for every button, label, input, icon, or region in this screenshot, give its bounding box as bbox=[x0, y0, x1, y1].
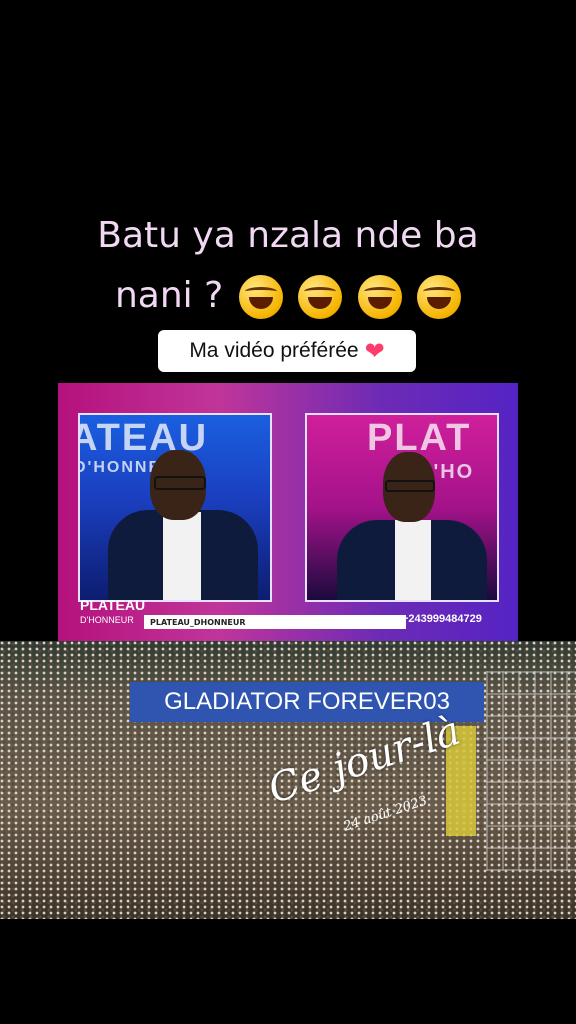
right-guest-panel: PLAT D'HO bbox=[305, 413, 499, 602]
laughing-tears-emoji-icon bbox=[298, 275, 343, 319]
left-guest-panel: ATEAU D'HONNEUR bbox=[78, 413, 272, 602]
favorite-video-sticker: Ma vidéo préférée ❤ bbox=[158, 330, 416, 372]
plateau-logo: PLATEAU D'HONNEUR bbox=[80, 597, 146, 627]
laughing-tears-emoji-icon bbox=[357, 275, 402, 319]
ticker-text: PLATEAU_DHONNEUR bbox=[150, 617, 246, 627]
caption-line-2-text: nani ? bbox=[114, 275, 224, 316]
laughing-tears-emoji-icon bbox=[417, 275, 462, 319]
caption-line-2: nani ? bbox=[0, 275, 576, 319]
brand-line-2: D'HONNEUR bbox=[80, 615, 134, 625]
tv-screenshot: ATEAU D'HONNEUR PLAT D'HO PLATEAU D'HONN… bbox=[58, 383, 518, 641]
left-guest bbox=[98, 450, 268, 600]
stage-scaffold bbox=[486, 671, 576, 871]
right-guest bbox=[327, 450, 497, 600]
brand-line-1: PLATEAU bbox=[80, 597, 146, 613]
laughing-tears-emoji-icon bbox=[238, 275, 283, 319]
social-ticker: PLATEAU_DHONNEUR bbox=[144, 615, 406, 629]
red-heart-icon: ❤ bbox=[364, 337, 385, 365]
phone-number: +243999484729 bbox=[402, 613, 482, 625]
caption-line-1: Batu ya nzala nde ba bbox=[97, 215, 479, 256]
sticker-label: Ma vidéo préférée bbox=[189, 339, 359, 362]
